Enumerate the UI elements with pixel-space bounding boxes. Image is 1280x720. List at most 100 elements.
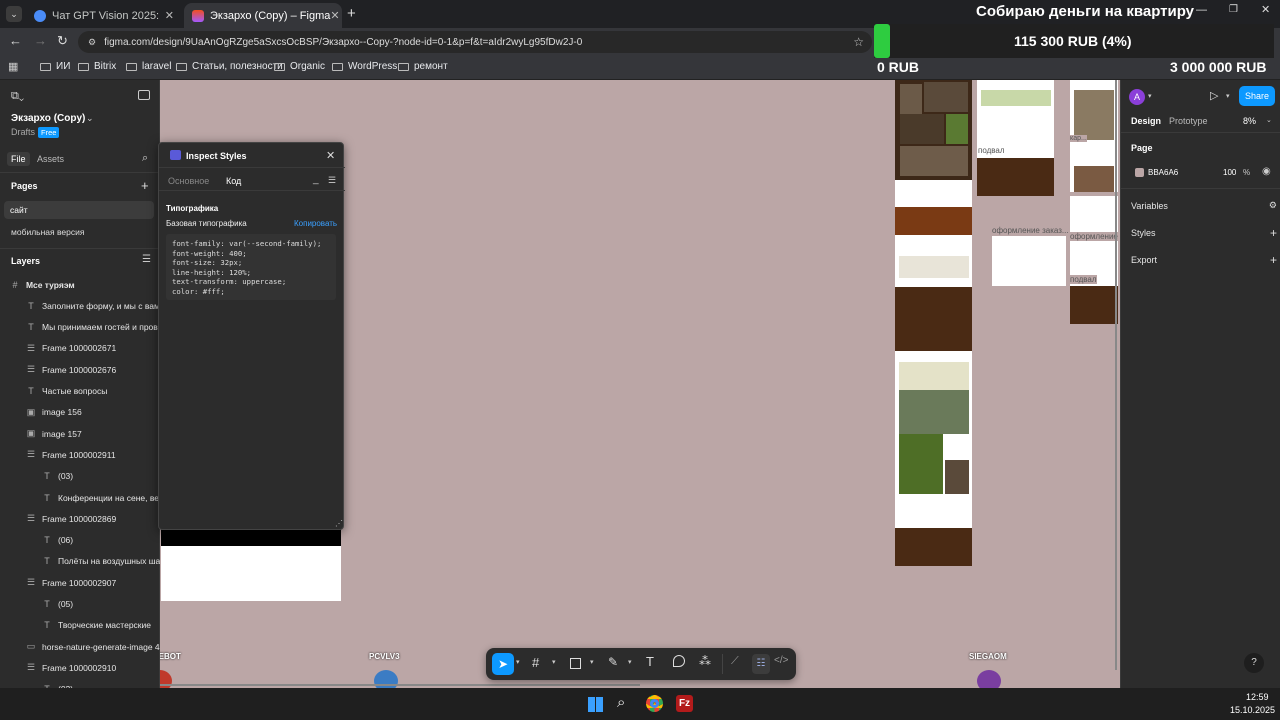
new-tab-button[interactable]: + [347, 5, 356, 22]
help-button[interactable]: ? [1244, 653, 1264, 673]
layer-item[interactable]: ▣ image 156 [0, 402, 160, 423]
site-frame-column-3b[interactable] [1070, 196, 1118, 324]
canvas-scrollbar-horizontal[interactable] [160, 684, 640, 686]
search-icon[interactable]: ⌕ [617, 694, 625, 711]
actions-tool-icon[interactable]: ⁂ [699, 654, 711, 668]
chevron-down-icon[interactable]: ▾ [552, 658, 556, 666]
close-window-icon[interactable]: ✕ [1261, 3, 1270, 16]
layer-item[interactable]: T (05) [0, 594, 160, 615]
present-icon[interactable]: ▷ [1210, 89, 1218, 102]
layer-item[interactable]: ☰ Frame 1000002869 [0, 508, 160, 529]
back-icon[interactable]: ← [9, 33, 22, 48]
bookmark-folder-articles[interactable]: Статьи, полезности [176, 61, 283, 72]
tab-prototype[interactable]: Prototype [1169, 116, 1208, 126]
eye-icon[interactable]: ◉ [1262, 166, 1271, 177]
chevron-down-icon[interactable]: ▾ [1226, 92, 1230, 100]
comment-tool-icon[interactable] [673, 655, 685, 667]
file-name-chevron-icon[interactable]: ⌄ [86, 113, 94, 124]
site-info-icon[interactable]: ⚙ [88, 37, 96, 48]
add-export-icon[interactable]: + [1270, 253, 1277, 267]
close-tab-icon[interactable]: ✕ [330, 9, 339, 22]
section-export[interactable]: Export + [1131, 253, 1277, 267]
pen-tool-icon[interactable]: ✎ [608, 655, 618, 669]
tab-assets[interactable]: Assets [37, 154, 64, 164]
draw-mode-icon[interactable]: ⟋ [731, 655, 739, 668]
layer-item[interactable]: ☰ Frame 1000002907 [0, 572, 160, 593]
canvas-frame-white[interactable] [161, 546, 341, 601]
site-frame-column-1[interactable] [895, 80, 972, 566]
chevron-down-icon[interactable]: ▾ [590, 658, 594, 666]
bookmark-folder-wordpress[interactable]: WordPress [332, 61, 397, 72]
tab-design[interactable]: Design [1131, 116, 1161, 126]
layer-item[interactable]: ▣ image 157 [0, 423, 160, 444]
variables-settings-icon[interactable]: ⚙ [1269, 200, 1277, 211]
forward-icon[interactable]: → [34, 33, 47, 48]
chevron-down-icon[interactable]: ▾ [516, 658, 520, 666]
bookmark-star-icon[interactable]: ☆ [853, 35, 864, 49]
page-item-site[interactable]: сайт [4, 201, 154, 219]
page-item-mobile[interactable]: мобильная версия [11, 227, 84, 237]
move-tool-icon[interactable]: ➤ [492, 653, 514, 675]
chevron-down-icon[interactable]: ⌄ [1266, 116, 1272, 124]
code-block[interactable]: font-family: var(--second-family); font-… [166, 234, 336, 300]
site-frame-column-2[interactable] [977, 80, 1054, 196]
tab-file[interactable]: File [7, 152, 30, 166]
bookmark-folder-ii[interactable]: ИИ [40, 61, 70, 72]
apps-grid-icon[interactable]: ▦ [8, 60, 18, 73]
resize-handle-icon[interactable]: ⋰ [335, 519, 343, 528]
browser-tab-chatgpt[interactable]: Чат GPT Vision 2025: Модели ‹ ✕ [26, 3, 182, 28]
browser-tab-figma[interactable]: Экзархо (Copy) – Figma ✕ [184, 3, 342, 28]
figma-menu-icon[interactable]: ⧉⌄ [11, 90, 24, 103]
layer-item[interactable]: ☰ Frame 1000002676 [0, 359, 160, 380]
layer-item[interactable]: ☰ Frame 1000002911 [0, 444, 160, 465]
address-field[interactable]: ⚙ figma.com/design/9UaAnOgRZge5aSxcsOcBS… [78, 31, 872, 53]
page-bg-swatch[interactable] [1135, 168, 1144, 177]
collapse-icon[interactable]: _ [313, 174, 319, 185]
bookmark-folder-organic[interactable]: Organic [274, 61, 325, 72]
dev-mode-icon[interactable]: </> [774, 655, 788, 666]
layer-item[interactable]: T Полёты на воздушных шара [0, 551, 160, 572]
layer-item[interactable]: ☰ Frame 1000002671 [0, 338, 160, 359]
start-icon[interactable] [588, 697, 603, 712]
layer-item[interactable]: ☰ Frame 1000002910 [0, 657, 160, 678]
layer-item[interactable]: T (03) [0, 466, 160, 487]
close-tab-icon[interactable]: ✕ [165, 9, 174, 22]
restore-window-icon[interactable]: ❐ [1229, 4, 1238, 15]
share-button[interactable]: Share [1239, 86, 1275, 106]
copy-link[interactable]: Копировать [294, 219, 337, 228]
add-page-icon[interactable]: + [141, 178, 149, 193]
page-bg-opacity[interactable]: 100 [1223, 168, 1236, 177]
filezilla-icon[interactable]: Fz [676, 695, 693, 712]
file-name[interactable]: Экзархо (Copy) [11, 113, 85, 124]
add-style-icon[interactable]: + [1270, 226, 1277, 240]
menu-icon[interactable]: ☰ [328, 175, 336, 186]
minimize-window-icon[interactable]: — [1196, 4, 1207, 16]
tab-code[interactable]: Код [226, 176, 241, 186]
canvas-scrollbar-vertical[interactable] [1115, 80, 1117, 670]
rectangle-tool-icon[interactable] [570, 658, 581, 669]
section-styles[interactable]: Styles + [1131, 226, 1277, 240]
section-variables[interactable]: Variables ⚙ [1131, 200, 1277, 211]
layer-item[interactable]: T Частые вопросы [0, 381, 160, 402]
bookmark-folder-laravel[interactable]: laravel [126, 61, 171, 72]
text-tool-icon[interactable]: T [646, 654, 654, 669]
search-icon[interactable]: ⌕ [142, 152, 148, 165]
design-mode-icon[interactable]: ☷ [752, 654, 770, 674]
frame-tool-icon[interactable]: # [532, 655, 539, 670]
page-bg-hex[interactable]: BBA6A6 [1148, 168, 1178, 177]
layer-item[interactable]: T Творческие мастерские [0, 615, 160, 636]
site-frame-order[interactable] [992, 236, 1066, 286]
layer-item[interactable]: T Заполните форму, и мы с вами [0, 295, 160, 316]
layer-item[interactable]: T Мы принимаем гостей и провод [0, 317, 160, 338]
toggle-ui-icon[interactable] [138, 90, 150, 100]
layer-item[interactable]: T Конференции на сене, вече [0, 487, 160, 508]
tab-basic[interactable]: Основное [168, 176, 209, 186]
close-icon[interactable]: ✕ [326, 149, 335, 162]
bookmark-folder-bitrix[interactable]: Bitrix [78, 61, 116, 72]
avatar[interactable]: A [1129, 89, 1145, 105]
layer-item[interactable]: ▭ horse-nature-generate-image 4 [0, 636, 160, 657]
chrome-icon[interactable] [646, 695, 663, 712]
chevron-down-icon[interactable]: ▾ [1148, 92, 1152, 100]
bookmark-folder-remont[interactable]: ремонт [398, 61, 448, 72]
layers-options-icon[interactable]: ☰ [142, 254, 151, 265]
